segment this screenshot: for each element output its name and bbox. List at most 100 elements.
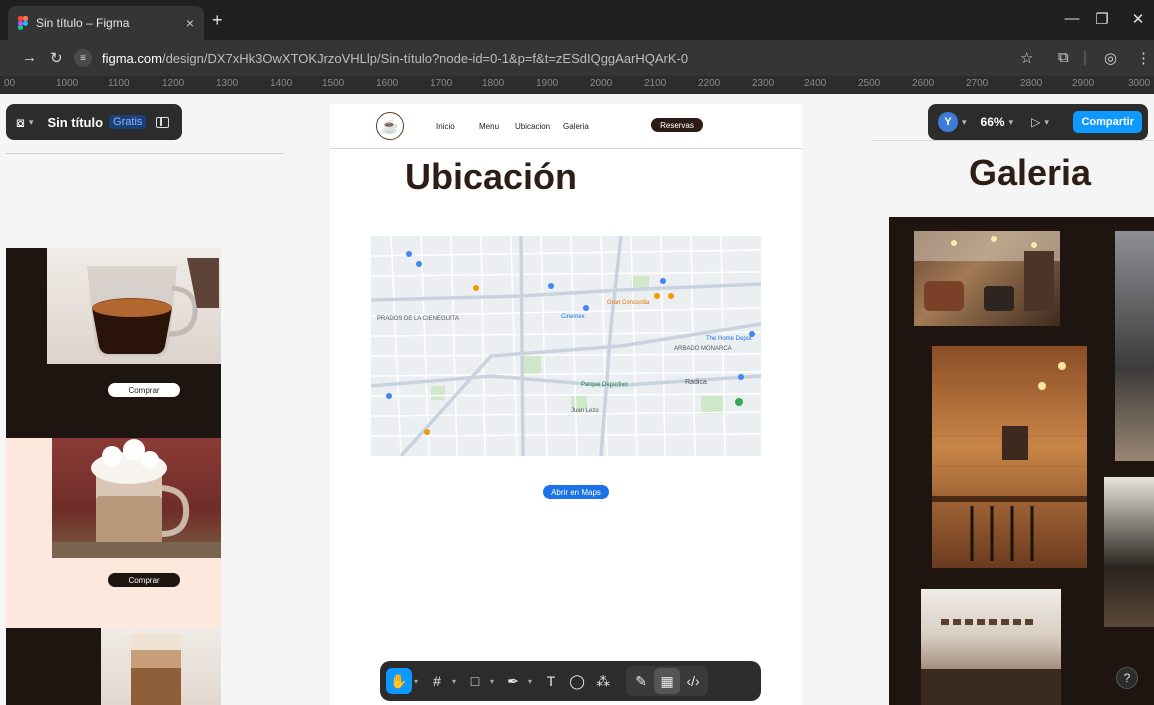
map-embed[interactable]: PRADOS DE LA CIENEGUITA ARBADO MONARCA R… [371,236,761,456]
forward-icon[interactable]: → [22,49,37,66]
url-host: figma.com [102,50,162,66]
close-window-icon[interactable]: ✕ [1128,10,1148,28]
gallery-photo-bar [932,346,1087,568]
gallery-photo-lounge [914,231,1060,326]
share-button[interactable]: Compartir [1073,111,1142,133]
ruler-tick: 2100 [644,78,667,89]
chevron-down-icon[interactable]: ▾ [29,117,34,128]
dev-mode-icon[interactable]: ‹/› [680,668,706,694]
cafe-logo-icon[interactable]: ☕ [376,112,404,140]
gallery-title: Galeria [968,152,1092,193]
chevron-down-icon[interactable]: ▾ [528,677,532,686]
espresso-photo [47,248,221,364]
restore-icon[interactable]: ❐ [1092,10,1112,28]
product-card-latte [6,628,221,705]
map-label-arbado: ARBADO MONARCA [674,346,732,352]
ruler-tick: 1100 [108,78,130,89]
ruler-tick: 2600 [912,78,935,89]
chevron-down-icon[interactable]: ▾ [414,677,418,686]
draw-mode-icon[interactable]: ✎ [628,668,654,694]
map-label-parque: Parque Deportivo [581,382,628,388]
gallery-photo-window [1115,231,1154,461]
nav-link-galeria[interactable]: Galeria [563,122,589,131]
frame-tool-icon[interactable]: # [424,668,450,694]
buy-button[interactable]: Comprar [108,383,180,397]
toggle-sidebar-icon[interactable] [156,116,170,128]
chevron-down-icon[interactable]: ▾ [490,677,494,686]
new-tab-button[interactable]: + [212,10,223,31]
product-card-espresso: Comprar [6,248,221,438]
ruler-tick: 1700 [430,78,453,89]
minimize-icon[interactable]: — [1062,10,1082,27]
design-mode-icon[interactable]: ▦ [654,668,681,694]
mode-switcher: ✎ ▦ ‹/› [626,666,709,696]
ruler-tick: 2900 [1072,78,1095,89]
reserve-button[interactable]: Reservas [651,118,703,132]
frame-divider [6,153,284,154]
menu-kebab-icon[interactable]: ⋮ [1136,49,1151,67]
nav-link-ubicacion[interactable]: Ubicacion [515,122,550,131]
text-tool-icon[interactable]: T [538,668,564,694]
products-frame[interactable]: Comprar Comprar [6,248,221,705]
site-info-icon[interactable]: ≡ [74,49,92,67]
avatar[interactable]: Y [938,112,958,132]
gallery-frame[interactable] [889,217,1154,705]
open-maps-button[interactable]: Abrir en Maps [543,485,609,499]
browser-tab[interactable]: Sin título – Figma × [8,6,204,40]
location-title: Ubicación [404,156,578,197]
rectangle-tool-icon[interactable]: □ [462,668,488,694]
map-label-prados: PRADOS DE LA CIENEGUITA [377,316,459,322]
url-path: /design/DX7xHk3OwXTOKJrzoVHLlp/Sin-títul… [161,50,689,66]
file-name[interactable]: Sin título [47,115,103,130]
horizontal-ruler: 00 1000 1100 1200 1300 1400 1500 1600 1700 1800 19… [0,76,1154,94]
ruler-tick: 1200 [162,78,185,89]
address-bar[interactable]: ≡ figma.com /design/DX7xHk3OwXTOKJrzoVHL… [74,45,1054,71]
ruler-tick: 3000 [1128,78,1151,89]
tab-title: Sin título – Figma [36,16,130,30]
buy-button[interactable]: Comprar [108,573,180,587]
ruler-tick: 1000 [56,78,79,89]
share-toolbar: Y ▾ 66% ▾ ▷ ▾ Compartir [928,104,1148,140]
frame-divider [872,140,1154,141]
ruler-tick: 2000 [590,78,613,89]
hand-tool-icon[interactable]: ✋ [386,668,412,694]
chevron-down-icon[interactable]: ▾ [962,117,967,128]
ruler-tick: 00 [4,78,16,89]
present-play-icon[interactable]: ▷ [1031,115,1040,129]
ruler-tick: 2700 [966,78,989,89]
hot-chocolate-photo [52,438,221,558]
nav-link-menu[interactable]: Menu [479,122,499,131]
comment-tool-icon[interactable]: ◯ [564,668,590,694]
chevron-down-icon[interactable]: ▾ [452,677,456,686]
ruler-tick: 2500 [858,78,881,89]
pen-tool-icon[interactable]: ✒ [500,668,526,694]
gallery-photo-wall [921,589,1061,705]
bookmark-star-icon[interactable]: ☆ [1020,49,1033,67]
latte-photo [101,628,221,705]
figma-favicon-icon [18,16,28,30]
ruler-tick: 2800 [1020,78,1043,89]
map-label-juan: Juan Lezo [571,408,599,414]
ruler-tick: 1500 [322,78,345,89]
help-button[interactable]: ? [1116,667,1138,689]
extensions-icon[interactable]: ⧉ [1058,49,1069,66]
plan-badge[interactable]: Gratis [109,115,147,129]
gallery-photo-coffee [1104,477,1154,627]
nav-link-inicio[interactable]: Inicio [436,122,455,131]
ruler-tick: 2400 [804,78,827,89]
ruler-tick: 2300 [752,78,775,89]
toolbar-divider: | [1083,49,1087,66]
ruler-tick: 1800 [482,78,505,89]
profile-icon[interactable]: ◎ [1104,49,1117,67]
chevron-down-icon[interactable]: ▾ [1009,117,1014,128]
map-label-concordia: Gran Concordia [607,300,650,306]
figma-menu-icon[interactable]: ⧇ [16,114,25,131]
tab-close-icon[interactable]: × [186,15,194,31]
tools-toolbar: ✋ ▾ # ▾ □ ▾ ✒ ▾ T ◯ ⁂ ✎ ▦ ‹/› [380,661,761,701]
file-toolbar: ⧇ ▾ Sin título Gratis [6,104,182,140]
chevron-down-icon[interactable]: ▾ [1044,117,1049,128]
zoom-level[interactable]: 66% [981,115,1005,129]
reload-icon[interactable]: ↻ [50,49,63,67]
resources-tool-icon[interactable]: ⁂ [590,668,616,694]
site-navbar: ☕ Inicio Menu Ubicacion Galeria Reservas [330,110,802,140]
